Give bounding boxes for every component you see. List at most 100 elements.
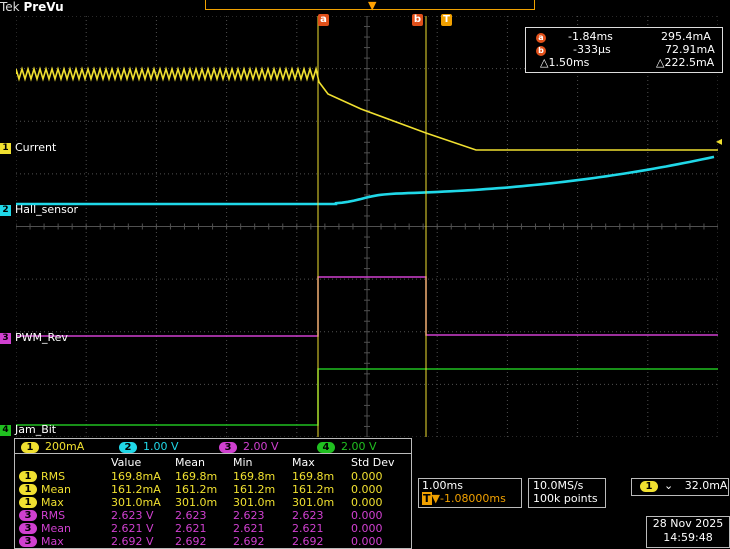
ch4-name: Jam_Bit — [15, 423, 57, 436]
measurement-cell: 301.0m — [292, 496, 335, 509]
measurement-channel: 3 — [19, 536, 37, 547]
cursor-readout: a -1.84ms 295.4mA b -333µs 72.91mA △1.50… — [525, 27, 723, 73]
measurement-label: Max — [41, 535, 64, 548]
measurement-cell: 301.0mA — [111, 496, 161, 509]
trigger-position-icon: ▼ — [368, 0, 377, 12]
cursor-delta-value: △222.5mA — [656, 56, 715, 69]
measurement-cell: 2.623 V — [111, 509, 154, 522]
cursor-a-time: -1.84ms — [568, 30, 613, 43]
cursor-b-value: 72.91mA — [665, 43, 715, 56]
measurement-cell: 0.000 — [351, 496, 383, 509]
measurement-cell: 2.623 — [292, 509, 324, 522]
measurement-cell: 0.000 — [351, 470, 383, 483]
record-length: 100k points — [533, 492, 598, 505]
ch2-waveform — [16, 155, 715, 206]
time-text: 14:59:48 — [663, 531, 713, 544]
mode-label: PreVu — [23, 0, 64, 14]
measurement-cell: 2.621 — [292, 522, 324, 535]
channel-label-1[interactable]: 1 Current — [0, 141, 56, 154]
measurement-cell: 169.8m — [292, 470, 335, 483]
waveform-display[interactable] — [16, 16, 718, 437]
timebase-scale: 1.00ms — [422, 479, 463, 492]
measurement-cell: 169.8m — [233, 470, 276, 483]
measurement-cell: 2.623 — [233, 509, 265, 522]
brand-tek: Tek — [0, 0, 20, 14]
sample-rate: 10.0MS/s — [533, 479, 584, 492]
delay-value: ▼-1.08000ms — [431, 492, 506, 505]
measurement-cell: 2.692 V — [111, 535, 154, 548]
measurement-cell: 301.0m — [175, 496, 218, 509]
ch1-number: 1 — [0, 142, 11, 154]
ch2-scale[interactable]: 2 1.00 V — [119, 440, 179, 453]
ch4-scale-value: 2.00 V — [341, 440, 377, 453]
measurement-row[interactable]: 3 RMS 2.623 V 2.623 2.623 2.623 0.000 — [15, 509, 411, 522]
measurement-cell: 301.0m — [233, 496, 276, 509]
measurement-row[interactable]: 3 Max 2.692 V 2.692 2.692 2.692 0.000 — [15, 535, 411, 548]
measurement-cell: 2.621 V — [111, 522, 154, 535]
measurement-channel: 3 — [19, 523, 37, 534]
channel-scale-bar: 1 200mA 2 1.00 V 3 2.00 V 4 2.00 V — [14, 438, 412, 454]
header-mean: Mean — [175, 456, 205, 469]
measurement-label: Mean — [41, 522, 71, 535]
measurement-channel: 1 — [19, 484, 37, 495]
trigger-marker[interactable]: T — [441, 14, 452, 26]
measurement-cell: 0.000 — [351, 509, 383, 522]
ch1-scale-value: 200mA — [45, 440, 85, 453]
measurement-cell: 169.8mA — [111, 470, 161, 483]
brand-label: Tek PreVu — [0, 0, 64, 14]
ch2-scale-value: 1.00 V — [143, 440, 179, 453]
date-time: 28 Nov 2025 14:59:48 — [646, 516, 730, 548]
trigger-delay-icon: T — [422, 492, 432, 505]
cursor-b-marker[interactable]: b — [412, 14, 423, 26]
ch3-scale-number: 3 — [219, 442, 237, 453]
header-min: Min — [233, 456, 253, 469]
trigger-source: 1 — [640, 481, 658, 492]
measurement-cell: 2.621 — [175, 522, 207, 535]
measurement-cell: 161.2m — [233, 483, 276, 496]
cursor-a-icon: a — [536, 33, 546, 43]
measurement-cell: 2.623 — [175, 509, 207, 522]
measurement-row[interactable]: 3 Mean 2.621 V 2.621 2.621 2.621 0.000 — [15, 522, 411, 535]
cursor-delta-time: △1.50ms — [540, 56, 590, 69]
measurement-channel: 1 — [19, 471, 37, 482]
ch1-scale[interactable]: 1 200mA — [21, 440, 84, 453]
ch3-name: PWM_Rev — [15, 331, 68, 344]
status-bar: Tek PreVu ▼ — [0, 0, 730, 16]
channel-label-2[interactable]: 2 Hall_sensor — [0, 203, 78, 216]
trigger-level: 32.0mA — [684, 479, 728, 492]
trigger-panel[interactable]: 1 ⌄ 32.0mA — [631, 478, 729, 496]
cursor-a-value: 295.4mA — [661, 30, 711, 43]
ch4-number: 4 — [0, 424, 11, 436]
measurement-cell: 161.2mA — [111, 483, 161, 496]
channel-label-3[interactable]: 3 PWM_Rev — [0, 331, 68, 344]
measurement-label: RMS — [41, 509, 66, 522]
channel-label-4[interactable]: 4 Jam_Bit — [0, 423, 56, 436]
measurement-row[interactable]: 1 RMS 169.8mA 169.8m 169.8m 169.8m 0.000 — [15, 470, 411, 483]
measurement-cell: 2.692 — [175, 535, 207, 548]
ch4-scale[interactable]: 4 2.00 V — [317, 440, 377, 453]
measurement-header: Value Mean Min Max Std Dev — [15, 456, 411, 469]
ch3-scale-value: 2.00 V — [243, 440, 279, 453]
date-text: 28 Nov 2025 — [652, 517, 724, 530]
measurement-row[interactable]: 1 Mean 161.2mA 161.2m 161.2m 161.2m 0.000 — [15, 483, 411, 496]
measurement-cell: 2.621 — [233, 522, 265, 535]
measurement-label: Max — [41, 496, 64, 509]
measurement-table[interactable]: Value Mean Min Max Std Dev 1 RMS 169.8mA 16… — [14, 453, 412, 549]
header-std-dev: Std Dev — [351, 456, 395, 469]
acquisition-panel[interactable]: 10.0MS/s 100k points — [528, 478, 606, 508]
measurement-channel: 3 — [19, 510, 37, 521]
cursor-a-marker[interactable]: a — [318, 14, 329, 26]
ch3-scale[interactable]: 3 2.00 V — [219, 440, 279, 453]
ch2-number: 2 — [0, 204, 11, 216]
trigger-level-icon: ◂ — [716, 134, 723, 148]
measurement-row[interactable]: 1 Max 301.0mA 301.0m 301.0m 301.0m 0.000 — [15, 496, 411, 509]
ch1-name: Current — [15, 141, 57, 154]
measurement-cell: 0.000 — [351, 535, 383, 548]
measurement-cell: 0.000 — [351, 483, 383, 496]
timebase-delay: T▼-1.08000ms — [419, 492, 521, 505]
header-value: Value — [111, 456, 142, 469]
ch3-number: 3 — [0, 332, 11, 344]
measurement-channel: 1 — [19, 497, 37, 508]
trigger-slope-icon: ⌄ — [664, 479, 674, 492]
timebase-panel[interactable]: 1.00ms T▼-1.08000ms — [418, 478, 522, 508]
